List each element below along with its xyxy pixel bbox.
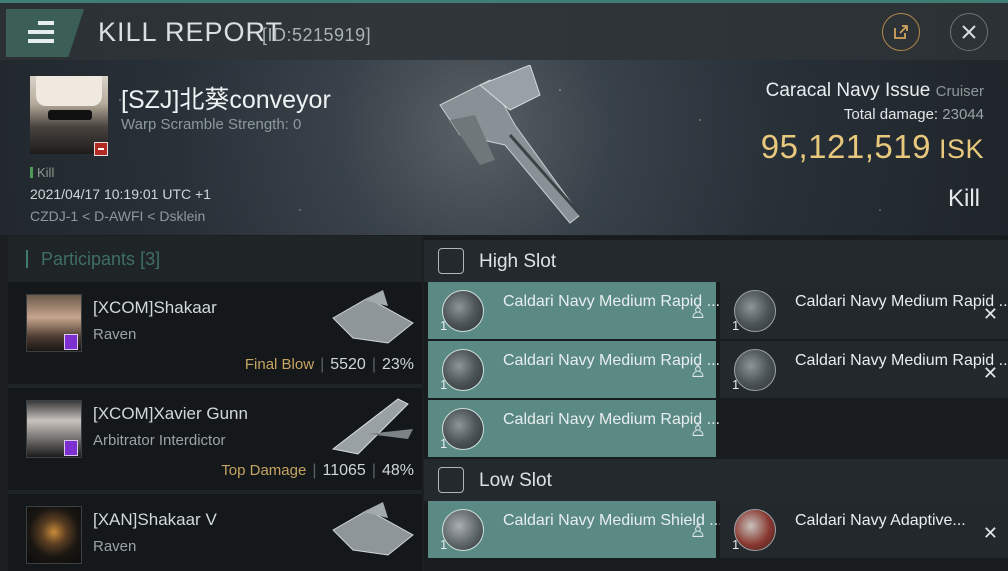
fitted-status-icon: ♙ [689,302,706,322]
module-item[interactable]: 1 Caldari Navy Medium Rapid ... ✕ [720,282,1008,339]
low-slot-label: Low Slot [479,470,552,491]
close-button[interactable] [950,13,988,51]
module-qty: 1 [440,377,448,392]
module-qty: 1 [732,537,740,552]
top-damage-tag: Top Damage [221,462,307,479]
close-icon [962,25,976,39]
total-damage-label: Total damage: [843,106,939,123]
raven-ship-icon [332,290,414,344]
participant-name: [XCOM]Xavier Gunn [93,404,248,423]
module-item[interactable]: 1 Caldari Navy Adaptive... ✕ [720,501,1008,558]
participant-stats: Final Blow | 5520 | 23% [244,356,414,373]
fitting-panel: High Slot 1 Caldari Navy Medium Rapid ..… [424,236,1008,571]
module-name: Caldari Navy Medium Rapid ... [795,352,1008,369]
fitted-status-icon: ♙ [689,521,706,541]
victim-summary: [SZJ]北葵conveyor Warp Scramble Strength: … [0,60,1008,235]
participant-name: [XCOM]Shakaar [93,298,217,317]
share-icon [894,25,908,39]
participant-avatar[interactable] [26,506,82,564]
standing-badge [94,142,108,156]
participants-label: Participants [41,249,136,269]
total-damage-value: 23044 [942,106,984,123]
module-item[interactable]: 1 Caldari Navy Medium Rapid ... ♙ [428,341,720,398]
participant-percent: 48% [381,462,414,479]
total-damage: Total damage: 23044 [844,106,984,123]
rapid-launcher-icon [442,408,484,450]
victim-ship-class: Cruiser [935,83,984,100]
rapid-launcher-icon [442,349,484,391]
victim-ship[interactable]: Caracal Navy Issue Cruiser [766,80,984,102]
participant-row[interactable]: [XCOM]Shakaar Raven Final Blow | 5520 | 23% [8,282,422,384]
participant-ship: Raven [93,326,137,343]
share-button[interactable] [882,13,920,51]
low-slot-icon [438,467,464,493]
victim-ship-name: Caracal Navy Issue [765,80,931,101]
kill-type: Kill [947,185,980,212]
destroyed-status-icon: ✕ [982,363,998,383]
module-qty: 1 [440,537,448,552]
fitted-status-icon: ♙ [689,420,706,440]
participants-panel: Participants [3] [XCOM]Shakaar Raven Fin… [8,236,422,571]
adaptive-invulnerability-icon [734,509,776,551]
participant-damage: 11065 [322,462,366,479]
participant-stats: Top Damage | 11065 | 48% [221,462,414,479]
participant-percent: 23% [381,356,414,373]
menu-icon [28,21,54,43]
participant-name: [XAN]Shakaar V [93,510,217,529]
participant-row[interactable]: [XCOM]Xavier Gunn Arbitrator Interdictor… [8,388,422,490]
destroyed-status-icon: ✕ [982,523,998,543]
high-slot-header: High Slot [424,240,1008,282]
high-slot-icon [438,248,464,274]
high-slot-label: High Slot [479,251,557,272]
rapid-launcher-icon [734,349,776,391]
corp-badge-icon [64,334,78,350]
participant-row[interactable]: [XAN]Shakaar V Raven [8,494,422,571]
isk-unit: ISK [938,134,984,164]
isk-amount: 95,121,519 [760,128,931,165]
participant-ship: Arbitrator Interdictor [93,432,226,449]
corp-badge-icon [64,440,78,456]
rapid-launcher-icon [734,290,776,332]
arbitrator-ship-icon [331,398,413,455]
module-item[interactable]: 1 Caldari Navy Medium Shield ... ♙ [428,501,723,558]
rapid-launcher-icon [442,290,484,332]
report-id: [ID:5215919] [262,25,372,45]
module-name: Caldari Navy Adaptive... [795,512,966,529]
menu-button[interactable] [6,9,84,57]
destroyed-status-icon: ✕ [982,304,998,324]
kill-datetime: 2021/04/17 10:19:01 UTC +1 [30,186,211,202]
module-item[interactable]: 1 Caldari Navy Medium Rapid ... ♙ [428,282,720,339]
module-qty: 1 [440,436,448,451]
module-qty: 1 [732,377,740,392]
kill-location[interactable]: CZDJ-1 < D-AWFI < Dsklein [30,208,205,224]
warp-scramble-strength: Warp Scramble Strength: 0 [121,116,302,133]
top-bar: KILL REPORT [ID:5215919] [0,0,1008,60]
module-qty: 1 [440,318,448,333]
module-item[interactable]: 1 Caldari Navy Medium Rapid ... ♙ [428,400,720,457]
participants-header[interactable]: Participants [3] [26,249,160,270]
final-blow-tag: Final Blow [244,356,315,373]
module-name: Caldari Navy Medium Rapid ... [503,352,720,369]
low-slot-header: Low Slot [424,459,1008,501]
page-title: KILL REPORT [98,17,284,47]
participant-damage: 5520 [330,356,366,373]
module-name: Caldari Navy Medium Rapid ... [503,411,720,428]
victim-ship-image [439,65,587,224]
victim-name[interactable]: [SZJ]北葵conveyor [121,80,331,116]
raven-ship-icon [332,502,414,556]
participants-count: [3] [140,249,161,269]
module-name: Caldari Navy Medium Rapid ... [503,293,720,310]
participant-ship: Raven [93,538,137,555]
fitted-status-icon: ♙ [689,361,706,381]
isk-value: 95,121,519 ISK [761,128,984,166]
module-name: Caldari Navy Medium Rapid ... [795,293,1008,310]
module-item[interactable]: 1 Caldari Navy Medium Rapid ... ✕ [720,341,1008,398]
kill-tag: Kill [30,165,54,180]
shield-extender-icon [442,509,484,551]
module-qty: 1 [732,318,740,333]
